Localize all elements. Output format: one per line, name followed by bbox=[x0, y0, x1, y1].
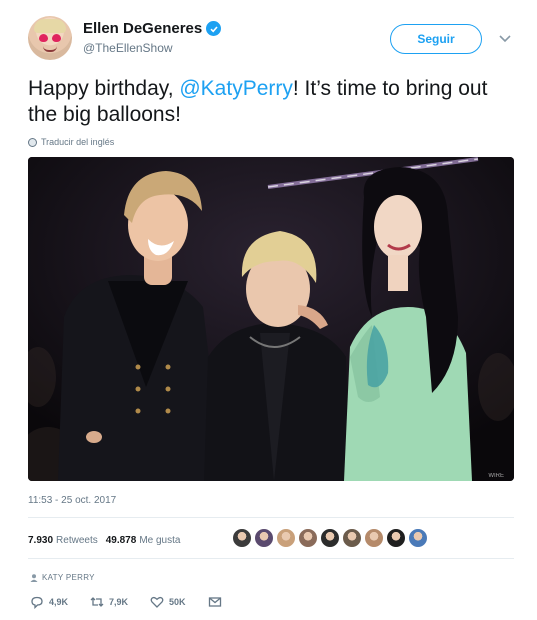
retweets-count: 7.930 bbox=[28, 534, 54, 546]
verified-badge-icon bbox=[206, 21, 222, 36]
tweet-timestamp[interactable]: 11:53 - 25 oct. 2017 bbox=[28, 495, 116, 506]
retweet-icon bbox=[90, 597, 104, 607]
globe-icon bbox=[28, 137, 37, 147]
reply-icon bbox=[31, 596, 43, 609]
avatar-hair bbox=[34, 19, 66, 33]
liker-avatar[interactable] bbox=[276, 528, 296, 548]
tweet-text-before: Happy birthday, bbox=[28, 77, 180, 100]
svg-text:WIRE: WIRE bbox=[488, 473, 504, 479]
avatar-smile bbox=[43, 46, 57, 52]
heart-icon bbox=[150, 596, 164, 608]
tagged-context[interactable]: KATY PERRY bbox=[30, 573, 95, 582]
reply-button[interactable]: 4,9K bbox=[30, 595, 68, 609]
retweet-count: 7,9K bbox=[109, 597, 129, 607]
liker-avatar[interactable] bbox=[342, 528, 362, 548]
follow-button[interactable]: Seguir bbox=[390, 24, 482, 54]
retweet-button[interactable]: 7,9K bbox=[90, 595, 128, 609]
tweet-stats: 7.930 Retweets 49.878 Me gusta bbox=[28, 530, 188, 550]
tweet-text: Happy birthday, @KatyPerry! It’s time to… bbox=[28, 76, 498, 128]
avatar[interactable] bbox=[28, 16, 72, 60]
tweet-header: Ellen DeGeneres @TheEllenShow Seguir bbox=[28, 14, 518, 64]
reply-count: 4,9K bbox=[49, 597, 69, 607]
divider-bottom bbox=[28, 558, 514, 559]
like-count: 50K bbox=[169, 597, 186, 607]
photo-illustration: WIRE bbox=[28, 157, 514, 481]
chevron-down-icon[interactable] bbox=[498, 34, 512, 44]
translate-label: Traducir del inglés bbox=[41, 137, 115, 147]
person-icon bbox=[30, 573, 38, 582]
tweet-actions: 4,9K 7,9K 50K bbox=[30, 595, 244, 609]
author-name[interactable]: Ellen DeGeneres bbox=[83, 20, 202, 37]
liker-avatar[interactable] bbox=[364, 528, 384, 548]
retweets-stat[interactable]: 7.930 Retweets bbox=[28, 535, 98, 546]
liker-avatar[interactable] bbox=[232, 528, 252, 548]
liker-avatar[interactable] bbox=[298, 528, 318, 548]
author-handle[interactable]: @TheEllenShow bbox=[83, 41, 173, 55]
liker-avatar[interactable] bbox=[320, 528, 340, 548]
mention-link[interactable]: @KatyPerry bbox=[179, 77, 293, 100]
divider-top bbox=[28, 517, 514, 518]
tweet-photo[interactable]: WIRE bbox=[28, 157, 514, 481]
retweets-label: Retweets bbox=[56, 534, 98, 546]
likes-count: 49.878 bbox=[105, 534, 137, 546]
heart-glasses-icon bbox=[39, 34, 61, 42]
author-name-row[interactable]: Ellen DeGeneres bbox=[83, 20, 222, 37]
tagged-name: KATY PERRY bbox=[42, 573, 95, 582]
liker-avatars[interactable] bbox=[232, 528, 428, 548]
translate-link[interactable]: Traducir del inglés bbox=[28, 137, 114, 147]
liker-avatar[interactable] bbox=[254, 528, 274, 548]
liker-avatar[interactable] bbox=[408, 528, 428, 548]
likes-label: Me gusta bbox=[139, 534, 181, 546]
liker-avatar[interactable] bbox=[386, 528, 406, 548]
direct-message-button[interactable] bbox=[208, 595, 222, 609]
envelope-icon bbox=[208, 597, 221, 607]
like-button[interactable]: 50K bbox=[150, 595, 186, 609]
likes-stat[interactable]: 49.878 Me gusta bbox=[106, 535, 181, 546]
